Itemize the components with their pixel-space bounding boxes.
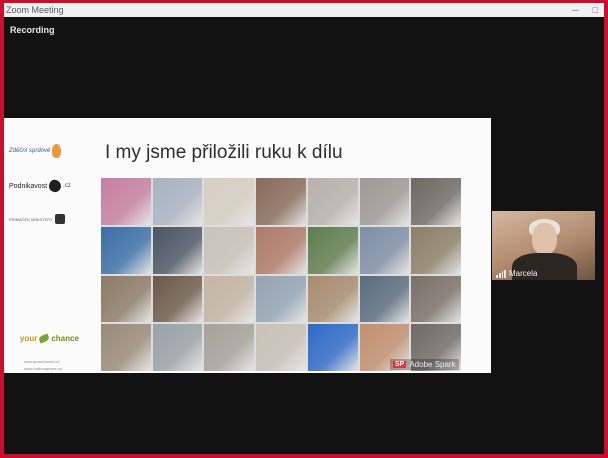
collage-photo (256, 226, 306, 274)
collage-photo (307, 178, 358, 225)
collage-photo (204, 275, 255, 323)
collage-photo (152, 324, 203, 371)
participant-face (532, 223, 557, 255)
logo-podnikavost: Podnikavost .cz (9, 178, 71, 194)
collage-photo (411, 226, 461, 274)
participant-video-tile[interactable]: Marcela (492, 211, 595, 280)
collage-photo (152, 275, 203, 323)
collage-photo (204, 324, 255, 371)
slide-title: I my jsme přiložili ruku k dílu (105, 142, 343, 163)
minimize-icon[interactable]: ─ (572, 3, 578, 17)
collage-photo (359, 178, 410, 225)
collage-photo (101, 275, 151, 323)
flame-icon (52, 144, 62, 158)
collage-photo (359, 226, 410, 274)
collage-photo (411, 275, 461, 323)
shared-slide: Zděční sprdové Podnikavost .cz PRIMÁČEK … (4, 118, 491, 373)
url-line: www.rodinnapraxe.cz (24, 366, 63, 371)
collage-photo (256, 275, 306, 323)
collage-photo (411, 178, 461, 225)
collage-photo (307, 226, 358, 274)
collage-photo (101, 226, 151, 274)
puzzle-icon (54, 214, 65, 224)
leaf-icon (38, 333, 51, 344)
photo-collage (101, 178, 461, 371)
collage-photo (152, 226, 203, 274)
window-title: Zoom Meeting (6, 5, 64, 15)
collage-photo (307, 275, 358, 323)
signal-bars-icon (496, 270, 506, 278)
collage-photo (101, 178, 151, 225)
collage-photo (256, 178, 306, 225)
adobe-spark-watermark: SP Adobe Spark (390, 359, 459, 370)
logo-zdecni: Zděční sprdové (9, 144, 62, 158)
url-line: www.yourchance.cz (24, 359, 60, 364)
collage-photo (152, 178, 203, 225)
adobe-spark-icon: SP (393, 361, 407, 368)
logo-yourchance: your chance (20, 333, 79, 344)
recording-indicator: Recording (10, 25, 55, 35)
collage-photo (204, 226, 255, 274)
collage-photo (256, 324, 306, 371)
window-titlebar: Zoom Meeting ─ □ (4, 3, 604, 17)
participant-name: Marcela (509, 269, 538, 278)
collage-photo (204, 178, 255, 225)
maximize-icon[interactable]: □ (593, 3, 598, 17)
logo-primacek: PRIMÁČEK MINISTERY (9, 214, 65, 224)
collage-photo (359, 275, 410, 323)
logo-urls: www.yourchance.cz www.rodinnapraxe.cz (24, 358, 62, 372)
collage-photo (101, 324, 151, 371)
collage-photo (307, 324, 358, 371)
zoom-window: Zoom Meeting ─ □ Recording Zděční sprdov… (4, 3, 604, 454)
window-controls: ─ □ (572, 3, 598, 17)
blob-icon (47, 178, 64, 194)
